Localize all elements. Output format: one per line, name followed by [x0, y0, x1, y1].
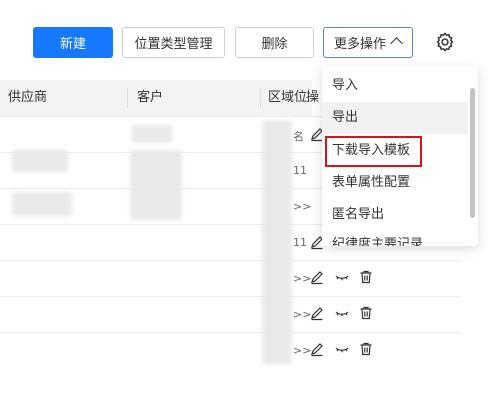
location-type-management-button[interactable]: 位置类型管理 [122, 27, 225, 58]
menu-item-form-attribute-config[interactable]: 表单属性配置 [322, 167, 468, 199]
delete-button[interactable]: 删除 [235, 27, 314, 58]
edit-pencil-icon[interactable] [309, 341, 325, 357]
row-divider [0, 332, 460, 333]
redacted-supplier [12, 150, 68, 172]
menu-item-partial[interactable]: 纪律度主要记录 [322, 229, 468, 246]
row-divider [0, 296, 460, 297]
redacted-customer [130, 150, 182, 220]
more-actions-button[interactable]: 更多操作 [323, 27, 413, 58]
menu-item-anonymous-export[interactable]: 匿名导出 [322, 199, 468, 231]
dropdown-scrollbar[interactable] [470, 88, 475, 218]
column-supplier[interactable]: 供应商 [8, 80, 47, 116]
column-region[interactable]: 区域位 [268, 80, 307, 116]
redacted-region [262, 120, 292, 364]
more-actions-label: 更多操作 [334, 37, 387, 52]
region-cell: 11 [293, 164, 307, 177]
edit-pencil-icon[interactable] [309, 269, 325, 285]
highlight-box [325, 136, 422, 167]
new-button[interactable]: 新建 [33, 27, 113, 58]
menu-item-import[interactable]: 导入 [322, 70, 468, 102]
trash-icon[interactable] [358, 305, 374, 321]
trash-icon[interactable] [358, 341, 374, 357]
trash-icon[interactable] [358, 269, 374, 285]
eye-hidden-icon[interactable] [334, 305, 350, 321]
chevron-up-icon [390, 37, 403, 50]
redacted-supplier [12, 192, 72, 216]
region-cell: 名 [293, 130, 304, 143]
redacted-customer [132, 125, 172, 143]
column-actions[interactable]: 操 [306, 80, 319, 116]
column-divider [260, 88, 261, 108]
region-cell: 11 [293, 236, 307, 249]
column-divider [127, 88, 128, 108]
row-divider [0, 260, 460, 261]
edit-pencil-icon[interactable] [309, 305, 325, 321]
settings-gear-icon[interactable] [434, 31, 456, 53]
region-cell: >> [293, 200, 312, 213]
menu-item-export[interactable]: 导出 [322, 102, 468, 134]
eye-hidden-icon[interactable] [334, 341, 350, 357]
eye-hidden-icon[interactable] [334, 269, 350, 285]
column-customer[interactable]: 客户 [137, 80, 163, 116]
